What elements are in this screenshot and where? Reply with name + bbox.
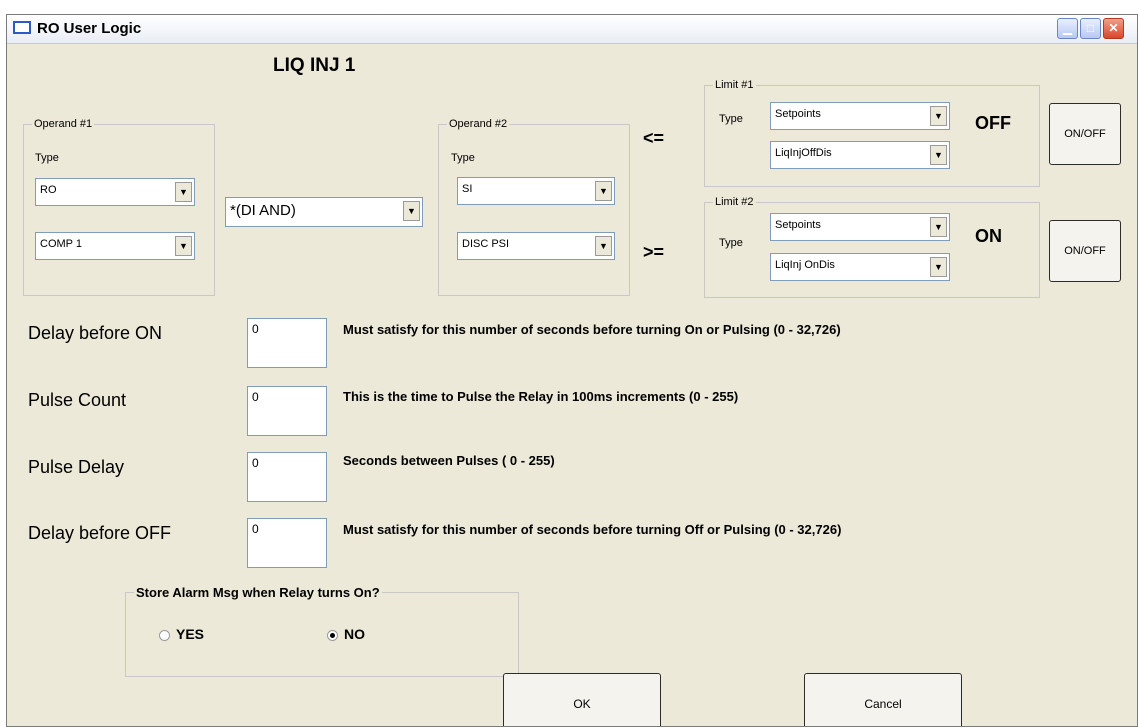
close-button[interactable]: ✕ (1103, 18, 1124, 39)
pulse-delay-input[interactable]: 0 (247, 452, 327, 502)
limit1-comparator: <= (643, 128, 665, 148)
limit1-state: OFF (975, 113, 1011, 133)
operand1-group: Operand #1 (23, 118, 215, 296)
title-bar[interactable]: RO User Logic ▁ □ ✕ (7, 15, 1137, 44)
limit2-comparator: >= (643, 242, 665, 262)
alarm-no-label: NO (344, 626, 365, 642)
operand1-item-select[interactable]: COMP 1 ▼ (35, 232, 195, 260)
pulse-count-input[interactable]: 0 (247, 386, 327, 436)
pulse-delay-label: Pulse Delay (28, 457, 125, 477)
limit2-type-select[interactable]: Setpoints ▼ (770, 213, 950, 241)
chevron-down-icon[interactable]: ▼ (595, 236, 612, 256)
chevron-down-icon[interactable]: ▼ (175, 182, 192, 202)
limit1-type-value: Setpoints (775, 108, 821, 120)
delay-on-description: Must satisfy for this number of seconds … (343, 322, 841, 337)
radio-unchecked-icon (159, 629, 170, 641)
chevron-down-icon[interactable]: ▼ (930, 217, 947, 237)
chevron-down-icon[interactable]: ▼ (403, 201, 420, 221)
chevron-down-icon[interactable]: ▼ (595, 181, 612, 201)
window-title: RO User Logic (37, 20, 142, 37)
operand1-type-value: RO (40, 184, 57, 196)
alarm-no-radio[interactable]: NO (327, 626, 365, 642)
limit2-type-value: Setpoints (775, 219, 821, 231)
limit1-legend: Limit #1 (715, 79, 754, 91)
operand1-type-label: Type (35, 152, 59, 164)
chevron-down-icon[interactable]: ▼ (930, 106, 947, 126)
pulse-count-description: This is the time to Pulse the Relay in 1… (343, 389, 739, 404)
limit2-item-value: LiqInj OnDis (775, 259, 835, 271)
limit1-type-select[interactable]: Setpoints ▼ (770, 102, 950, 130)
limit2-type-label: Type (719, 237, 743, 249)
delay-on-value: 0 (252, 322, 259, 336)
operand2-type-label: Type (451, 152, 475, 164)
dialog-window: RO User Logic ▁ □ ✕ LIQ INJ 1 Operand #1… (6, 14, 1138, 727)
chevron-down-icon[interactable]: ▼ (930, 145, 947, 165)
window-icon (13, 21, 31, 34)
maximize-icon: □ (1086, 21, 1095, 35)
alarm-yes-label: YES (176, 626, 205, 642)
pulse-delay-value: 0 (252, 456, 259, 470)
limit2-group: Limit #2 (704, 196, 1040, 298)
delay-on-input[interactable]: 0 (247, 318, 327, 368)
operand2-group: Operand #2 (438, 118, 630, 296)
delay-off-label: Delay before OFF (28, 523, 172, 543)
alarm-yes-radio[interactable]: YES (159, 626, 204, 642)
chevron-down-icon[interactable]: ▼ (930, 257, 947, 277)
operand1-legend: Operand #1 (34, 118, 93, 130)
operand1-type-select[interactable]: RO ▼ (35, 178, 195, 206)
limit1-type-label: Type (719, 113, 743, 125)
minimize-button[interactable]: ▁ (1057, 18, 1078, 39)
operator-select[interactable]: *(DI AND) ▼ (225, 197, 423, 227)
pulse-delay-description: Seconds between Pulses ( 0 - 255) (343, 453, 555, 468)
pulse-count-label: Pulse Count (28, 390, 127, 410)
delay-off-input[interactable]: 0 (247, 518, 327, 568)
limit2-legend: Limit #2 (715, 196, 754, 208)
operand2-item-value: DISC PSI (462, 238, 510, 250)
cancel-button[interactable]: Cancel (804, 673, 962, 726)
limit2-item-select[interactable]: LiqInj OnDis ▼ (770, 253, 950, 281)
limit1-item-select[interactable]: LiqInjOffDis ▼ (770, 141, 950, 169)
delay-on-label: Delay before ON (28, 323, 163, 343)
minimize-icon: ▁ (1062, 21, 1073, 35)
operator-value: *(DI AND) (230, 202, 296, 219)
limit2-onoff-button[interactable]: ON/OFF (1049, 220, 1121, 282)
delay-off-description: Must satisfy for this number of seconds … (343, 522, 842, 537)
chevron-down-icon[interactable]: ▼ (175, 236, 192, 256)
operand2-type-select[interactable]: SI ▼ (457, 177, 615, 205)
maximize-button[interactable]: □ (1080, 18, 1101, 39)
limit2-state: ON (975, 226, 1002, 246)
close-icon: ✕ (1108, 21, 1119, 35)
limit1-onoff-button[interactable]: ON/OFF (1049, 103, 1121, 165)
radio-checked-icon (327, 629, 338, 641)
operand2-type-value: SI (462, 183, 473, 195)
delay-off-value: 0 (252, 522, 259, 536)
relay-heading: LIQ INJ 1 (273, 55, 356, 76)
alarm-legend: Store Alarm Msg when Relay turns On? (136, 585, 380, 600)
pulse-count-value: 0 (252, 390, 259, 404)
operand1-item-value: COMP 1 (40, 238, 82, 250)
operand2-item-select[interactable]: DISC PSI ▼ (457, 232, 615, 260)
limit1-item-value: LiqInjOffDis (775, 147, 832, 159)
operand2-legend: Operand #2 (449, 118, 508, 130)
ok-button[interactable]: OK (503, 673, 661, 726)
